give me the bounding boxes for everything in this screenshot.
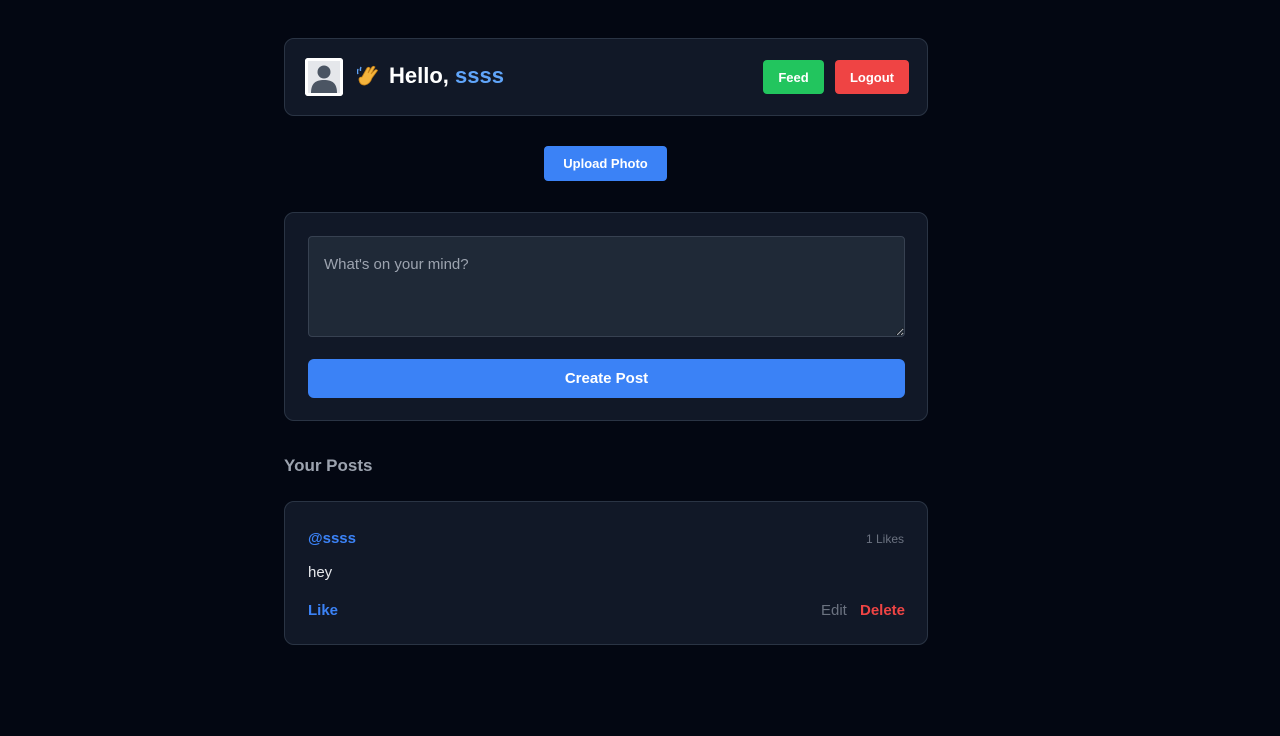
post-card: @ssss 1 Likes hey Like Edit Delete <box>284 501 928 645</box>
create-post-button[interactable]: Create Post <box>308 359 905 398</box>
like-button[interactable]: Like <box>308 602 338 619</box>
greeting-username: ssss <box>455 63 504 88</box>
waving-hand-icon <box>356 64 379 88</box>
edit-button[interactable]: Edit <box>821 602 847 619</box>
delete-button[interactable]: Delete <box>860 602 905 619</box>
profile-header: Hello, ssss Feed Logout <box>284 38 928 116</box>
logout-button[interactable]: Logout <box>835 60 909 94</box>
compose-card: Create Post <box>284 212 928 421</box>
post-content: hey <box>308 564 333 581</box>
greeting-prefix: Hello, <box>389 63 449 88</box>
post-like-count: 1 Likes <box>865 532 904 546</box>
your-posts-heading: Your Posts <box>284 456 373 475</box>
post-author[interactable]: @ssss <box>308 530 356 547</box>
avatar-placeholder-icon <box>305 58 343 96</box>
greeting: Hello, ssss <box>356 63 504 89</box>
feed-button[interactable]: Feed <box>763 60 824 94</box>
avatar <box>305 58 343 96</box>
upload-photo-button[interactable]: Upload Photo <box>544 146 667 181</box>
post-textarea[interactable] <box>308 236 905 337</box>
